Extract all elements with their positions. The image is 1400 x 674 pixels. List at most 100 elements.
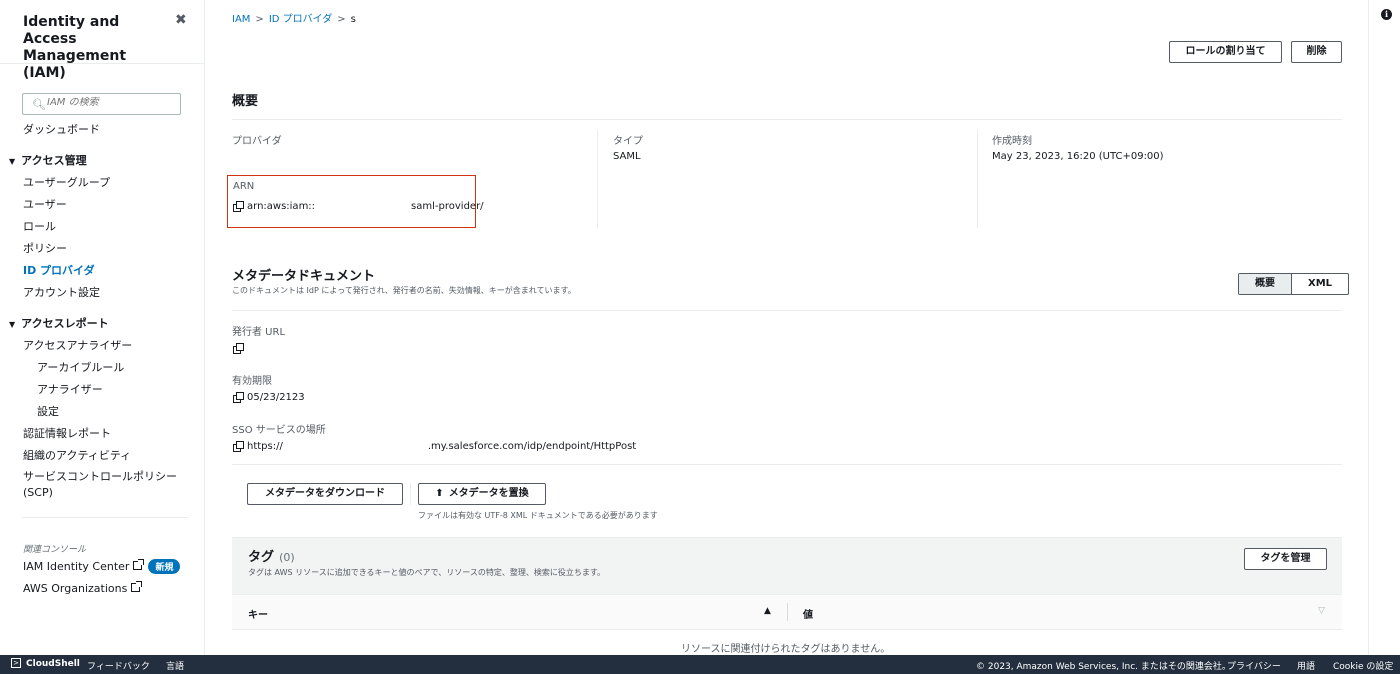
replace-metadata-button[interactable]: ⬆ メタデータを置換 (418, 483, 546, 505)
expiry-text: 05/23/2123 (247, 392, 305, 403)
section-label: アクセス管理 (21, 154, 87, 167)
sort-ascending-icon[interactable]: ▲ (764, 606, 771, 616)
breadcrumb-iam[interactable]: IAM (232, 14, 250, 25)
nav-policies[interactable]: ポリシー (23, 240, 67, 256)
nav-analyzer-settings[interactable]: 設定 (37, 403, 59, 419)
caret-down-icon: ▼ (9, 157, 16, 166)
copyright-text: © 2023, Amazon Web Services, Inc. またはその関… (976, 662, 1231, 672)
provider-label: プロバイダ (232, 136, 282, 147)
assign-role-button[interactable]: ロールの割り当て (1169, 41, 1282, 63)
replace-hint: ファイルは有効な UTF-8 XML ドキュメントである必要があります (418, 511, 658, 520)
copy-icon[interactable] (233, 201, 244, 212)
column-value[interactable]: 値 (803, 606, 813, 621)
feedback-link[interactable]: フィードバック (87, 659, 150, 672)
divider (597, 130, 598, 228)
section-access-reports[interactable]: ▼ アクセスレポート (9, 315, 109, 331)
section-label: アクセスレポート (21, 317, 109, 330)
metadata-description: このドキュメントは IdP によって発行され、発行者の名前、失効情報、キーが含ま… (232, 286, 576, 295)
link-organizations[interactable]: AWS Organizations (23, 581, 143, 595)
tools-panel-rail (1368, 0, 1400, 655)
divider (22, 517, 188, 518)
created-label: 作成時刻 (992, 136, 1032, 147)
tags-empty-text: リソースに関連付けられたタグはありません。 (681, 644, 891, 655)
cookie-settings-link[interactable]: Cookie の設定 (1333, 659, 1393, 672)
breadcrumb: IAM > ID プロバイダ > s (232, 10, 356, 25)
nav-access-analyzer[interactable]: アクセスアナライザー (23, 337, 132, 353)
new-badge: 新規 (148, 559, 181, 574)
info-icon[interactable]: i (1381, 9, 1392, 20)
copy-icon[interactable] (233, 441, 244, 452)
download-metadata-button[interactable]: メタデータをダウンロード (247, 483, 403, 505)
nav-scp[interactable]: サービスコントロールポリシー (SCP) (23, 469, 183, 501)
arn-value[interactable]: arn:aws:iam:: saml-provider/ (233, 200, 484, 212)
view-toggle: 概要 XML (1238, 273, 1350, 295)
sso-value[interactable]: https:// .my.salesforce.com/idp/endpoint/… (233, 440, 636, 452)
nav-users[interactable]: ユーザー (23, 196, 67, 212)
divider (787, 603, 788, 621)
section-access-management[interactable]: ▼ アクセス管理 (9, 152, 87, 168)
chevron-right-icon: > (337, 14, 346, 25)
nav-archive-rules[interactable]: アーカイブルール (37, 359, 124, 375)
nav-dashboard[interactable]: ダッシュボード (23, 121, 100, 137)
footer: > CloudShell フィードバック 言語 © 2023, Amazon W… (0, 655, 1400, 674)
tags-title-text: タグ (248, 550, 275, 565)
manage-tags-button[interactable]: タグを管理 (1244, 548, 1327, 570)
tab-summary[interactable]: 概要 (1239, 274, 1292, 294)
privacy-link[interactable]: プライバシー (1227, 659, 1281, 672)
cloudshell-icon[interactable]: > (11, 658, 21, 668)
replace-label: メタデータを置換 (448, 488, 529, 499)
created-value: May 23, 2023, 16:20 (UTC+09:00) (992, 151, 1164, 162)
nav-credential-report[interactable]: 認証情報レポート (23, 425, 111, 441)
issuer-value[interactable] (233, 342, 247, 354)
arn-suffix: saml-provider/ (411, 201, 484, 212)
issuer-label: 発行者 URL (232, 327, 286, 338)
expiry-value[interactable]: 05/23/2123 (233, 391, 305, 403)
breadcrumb-current: s (350, 14, 356, 25)
sidebar-title: Identity and Access Management (IAM) (23, 14, 127, 81)
external-link-icon (131, 581, 143, 592)
type-value: SAML (613, 151, 641, 162)
nav-organization-activity[interactable]: 組織のアクティビティ (23, 447, 131, 463)
caret-down-icon: ▼ (9, 320, 16, 329)
copy-icon[interactable] (233, 343, 244, 354)
sso-suffix: .my.salesforce.com/idp/endpoint/HttpPost (427, 441, 637, 452)
nav-roles[interactable]: ロール (23, 218, 56, 234)
close-icon[interactable]: ✖ (175, 12, 187, 28)
divider (410, 483, 411, 505)
divider (977, 130, 978, 228)
search-input[interactable] (47, 97, 177, 108)
nav-account-settings[interactable]: アカウント設定 (23, 284, 100, 300)
chevron-right-icon: > (255, 14, 264, 25)
column-key[interactable]: キー (248, 606, 268, 621)
arn-prefix: arn:aws:iam:: (247, 201, 316, 212)
terms-link[interactable]: 用語 (1297, 659, 1315, 672)
tags-count: (0) (279, 551, 295, 564)
sort-icon[interactable]: ▽ (1318, 606, 1325, 616)
breadcrumb-identity-providers[interactable]: ID プロバイダ (269, 14, 332, 25)
nav-analyzers[interactable]: アナライザー (37, 381, 103, 397)
search-icon: 🔍︎ (32, 98, 46, 111)
link-identity-center[interactable]: IAM Identity Center 新規 (23, 559, 181, 574)
tags-title: タグ (0) (248, 546, 295, 565)
arn-label: ARN (233, 181, 255, 192)
divider (0, 63, 204, 64)
external-link-icon (133, 559, 145, 570)
link-label: IAM Identity Center (23, 560, 130, 573)
nav-user-groups[interactable]: ユーザーグループ (23, 174, 110, 190)
nav-identity-providers[interactable]: ID プロバイダ (23, 262, 95, 278)
copy-icon[interactable] (233, 392, 244, 403)
sso-label: SSO サービスの場所 (232, 425, 326, 436)
tags-description: タグは AWS リソースに追加できるキーと値のペアで、リソースの特定、整理、検索… (248, 568, 606, 577)
tab-xml[interactable]: XML (1292, 274, 1348, 294)
language-link[interactable]: 言語 (166, 659, 184, 672)
cloudshell-link[interactable]: CloudShell (26, 659, 80, 669)
link-label: AWS Organizations (23, 582, 128, 595)
sso-prefix: https:// (247, 441, 283, 452)
upload-icon: ⬆ (435, 488, 444, 499)
divider (232, 464, 1342, 465)
type-label: タイプ (613, 136, 643, 147)
summary-title: 概要 (232, 94, 259, 109)
delete-button[interactable]: 削除 (1291, 41, 1342, 63)
search-box[interactable]: 🔍︎ (22, 93, 181, 115)
divider (232, 310, 1342, 311)
